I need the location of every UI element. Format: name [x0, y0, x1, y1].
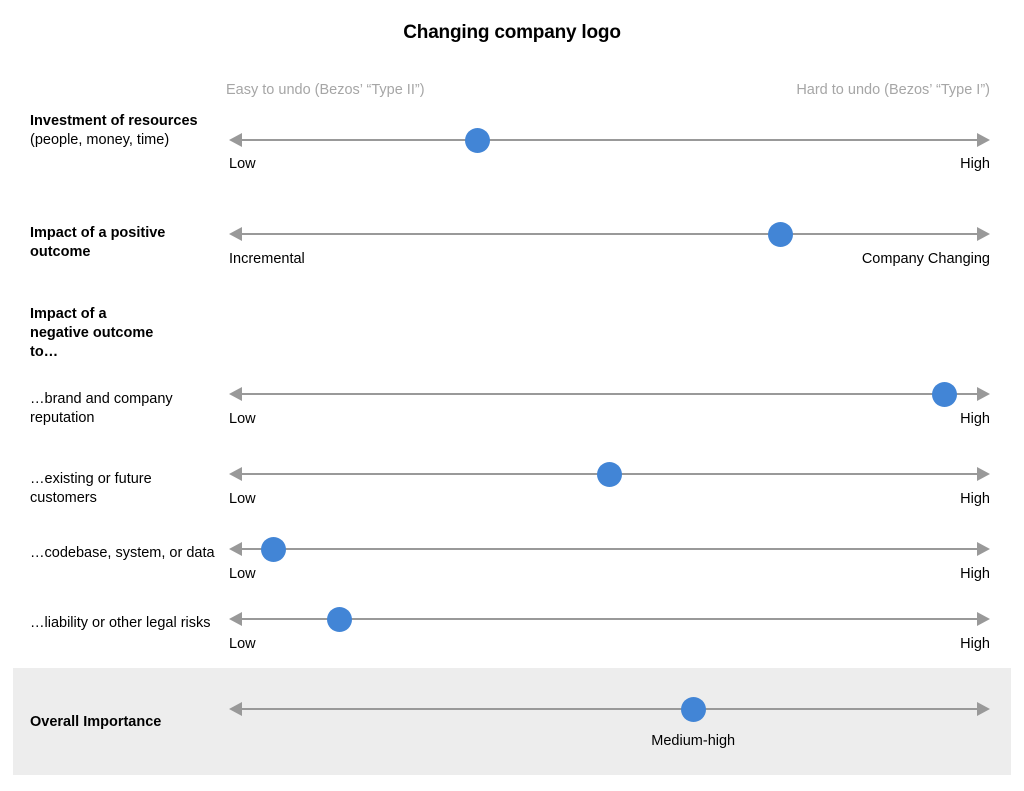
track-line: [239, 233, 980, 235]
slider-track-liability-legal-risks[interactable]: [229, 607, 990, 633]
row-label-impact-positive-outcome: Impact of a positive outcome: [30, 224, 222, 262]
arrow-right-icon: [977, 227, 990, 241]
row-label-regular: (people, money, time): [30, 132, 170, 148]
section-header-line2: negative outcome: [30, 325, 154, 341]
endlabel-right: High: [960, 156, 990, 172]
overall-importance-label: Overall Importance: [30, 714, 162, 730]
row-label-text: …existing or future customers: [30, 471, 152, 506]
endlabel-right: High: [960, 566, 990, 582]
section-header-line3: to…: [30, 344, 59, 360]
arrow-left-icon: [229, 542, 242, 556]
track-line: [239, 139, 980, 141]
arrow-right-icon: [977, 467, 990, 481]
arrow-left-icon: [229, 702, 242, 716]
page-title: Changing company logo: [403, 22, 621, 43]
slider-marker-brand-reputation[interactable]: [931, 382, 957, 407]
endlabels-impact-positive-outcome: Incremental Company Changing: [229, 251, 990, 268]
endlabel-right: Company Changing: [861, 251, 990, 267]
section-header-line1: Impact of a: [30, 306, 107, 322]
arrow-left-icon: [229, 612, 242, 626]
slider-marker-impact-positive-outcome[interactable]: [768, 222, 794, 247]
row-label-bold: Impact of a positive outcome: [30, 225, 166, 260]
arrow-right-icon: [977, 612, 990, 626]
endlabel-left: Low: [229, 411, 256, 427]
arrow-left-icon: [229, 467, 242, 481]
arrow-right-icon: [977, 702, 990, 716]
arrow-left-icon: [229, 387, 242, 401]
row-label-text: …codebase, system, or data: [30, 545, 215, 561]
slider-marker-investment-of-resources[interactable]: [464, 128, 490, 153]
scale-header: Easy to undo (Bezos’ “Type II”) Hard to …: [226, 82, 990, 98]
track-line: [239, 708, 980, 710]
arrow-right-icon: [977, 387, 990, 401]
slider-track-impact-positive-outcome[interactable]: [229, 222, 990, 248]
endlabels-investment-of-resources: Low High: [229, 156, 990, 173]
row-label-codebase-system-data: …codebase, system, or data: [30, 544, 222, 563]
row-label-bold: Investment of resources: [30, 113, 198, 129]
track-line: [239, 548, 980, 550]
scale-header-left: Easy to undo (Bezos’ “Type II”): [226, 82, 425, 98]
arrow-right-icon: [977, 542, 990, 556]
row-label-brand-reputation: …brand and company reputation: [30, 390, 222, 428]
slider-track-overall-importance[interactable]: [229, 697, 990, 723]
endlabels-existing-future-customers: Low High: [229, 491, 990, 508]
scale-header-right: Hard to undo (Bezos’ “Type I”): [796, 82, 990, 98]
endlabel-right: High: [960, 491, 990, 507]
endlabel-left: Incremental: [229, 251, 305, 267]
track-line: [239, 393, 980, 395]
slider-marker-overall-importance[interactable]: [680, 697, 706, 722]
endlabel-right: High: [960, 636, 990, 652]
arrow-left-icon: [229, 227, 242, 241]
overall-importance-value: Medium-high: [651, 733, 736, 749]
slider-marker-existing-future-customers[interactable]: [597, 462, 622, 487]
endlabel-right: High: [960, 411, 990, 427]
slider-track-brand-reputation[interactable]: [229, 382, 990, 408]
row-label-liability-legal-risks: …liability or other legal risks: [30, 614, 222, 633]
slider-track-codebase-system-data[interactable]: [229, 537, 990, 563]
arrow-right-icon: [977, 133, 990, 147]
section-header-impact-negative-outcome: Impact of a negative outcome to…: [30, 305, 222, 362]
endlabel-left: Low: [229, 491, 256, 507]
slider-marker-codebase-system-data[interactable]: [260, 537, 286, 562]
row-label-text: …liability or other legal risks: [30, 615, 211, 631]
arrow-left-icon: [229, 133, 242, 147]
endlabels-codebase-system-data: Low High: [229, 566, 990, 583]
row-label-existing-future-customers: …existing or future customers: [30, 470, 222, 508]
endlabels-brand-reputation: Low High: [229, 411, 990, 428]
endlabel-left: Low: [229, 636, 256, 652]
slider-track-existing-future-customers[interactable]: [229, 462, 990, 488]
row-label-investment-of-resources: Investment of resources (people, money, …: [30, 112, 222, 150]
endlabel-left: Low: [229, 566, 256, 582]
endlabels-liability-legal-risks: Low High: [229, 636, 990, 653]
slider-track-investment-of-resources[interactable]: [229, 128, 990, 154]
row-label-text: …brand and company reputation: [30, 391, 173, 426]
endlabel-left: Low: [229, 156, 256, 172]
slider-marker-liability-legal-risks[interactable]: [326, 607, 352, 632]
